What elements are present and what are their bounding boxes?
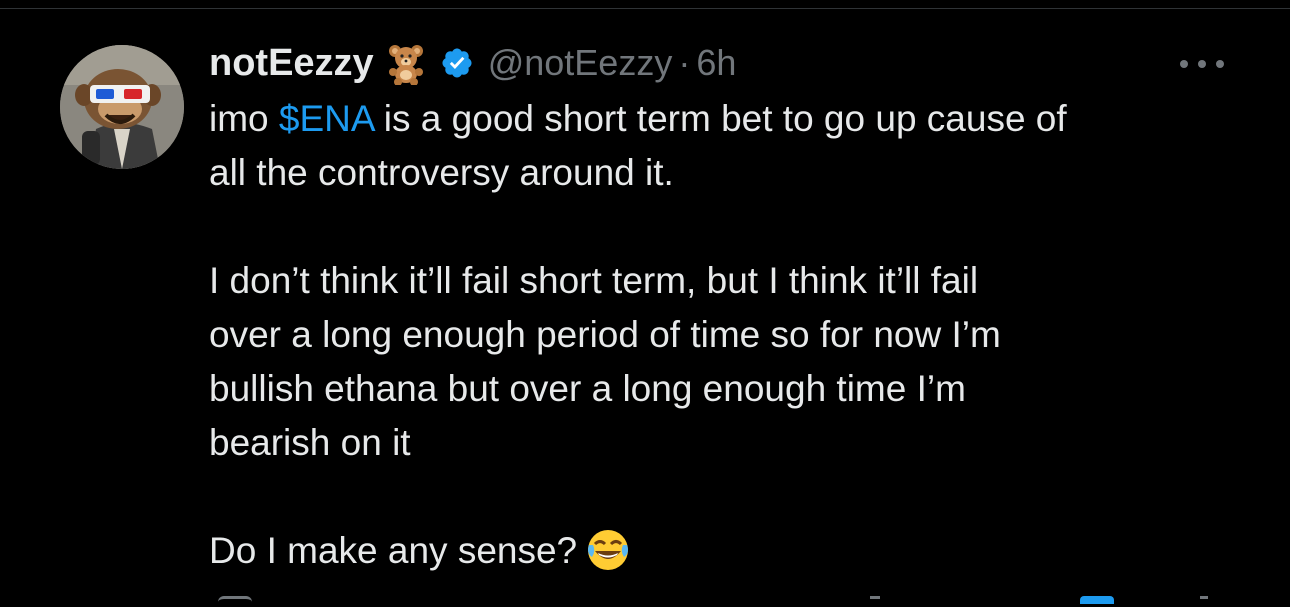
display-name[interactable]: notEezzy <box>209 42 374 85</box>
share-icon[interactable] <box>1200 596 1208 607</box>
more-options-icon[interactable] <box>1180 52 1224 76</box>
avatar[interactable] <box>60 45 184 169</box>
header-separator: · <box>678 42 691 83</box>
tweet-line: imo $ENA is a good short term bet to go … <box>209 92 1249 146</box>
handle[interactable]: @notEezzy <box>488 42 673 84</box>
more-dot <box>1198 60 1206 68</box>
more-dot <box>1216 60 1224 68</box>
face-with-tears-of-joy-icon <box>585 527 631 573</box>
tweet-line: all the controversy around it. <box>209 152 674 193</box>
avatar-image <box>60 45 184 169</box>
tweet-line: I don’t think it’ll fail short term, but… <box>209 260 979 301</box>
verified-badge-icon[interactable] <box>440 46 474 80</box>
tweet-line: Do I make any sense? <box>209 524 1249 578</box>
tweet-line: over a long enough period of time so for… <box>209 314 1001 355</box>
reply-icon[interactable] <box>218 596 252 607</box>
cashtag-link[interactable]: $ENA <box>279 98 374 139</box>
tweet-card[interactable]: notEezzy @notEezzy · 6h imo $ENA is a go… <box>0 0 1290 604</box>
tweet-question: Do I make any sense? <box>209 530 578 571</box>
tweet-text-prefix: imo <box>209 98 279 139</box>
bookmark-icon[interactable] <box>1080 596 1114 604</box>
like-icon[interactable] <box>870 596 880 607</box>
tweet-text: imo $ENA is a good short term bet to go … <box>209 92 1249 578</box>
actions-bar <box>0 596 1290 604</box>
more-dot <box>1180 60 1188 68</box>
timestamp[interactable]: 6h <box>696 42 736 84</box>
tweet-line: bearish on it <box>209 422 411 463</box>
tweet-line: bullish ethana but over a long enough ti… <box>209 368 966 409</box>
tweet-text-suffix: is a good short term bet to go up cause … <box>373 98 1067 139</box>
teddy-bear-icon <box>384 41 428 86</box>
tweet-header: notEezzy @notEezzy · 6h <box>209 38 736 88</box>
